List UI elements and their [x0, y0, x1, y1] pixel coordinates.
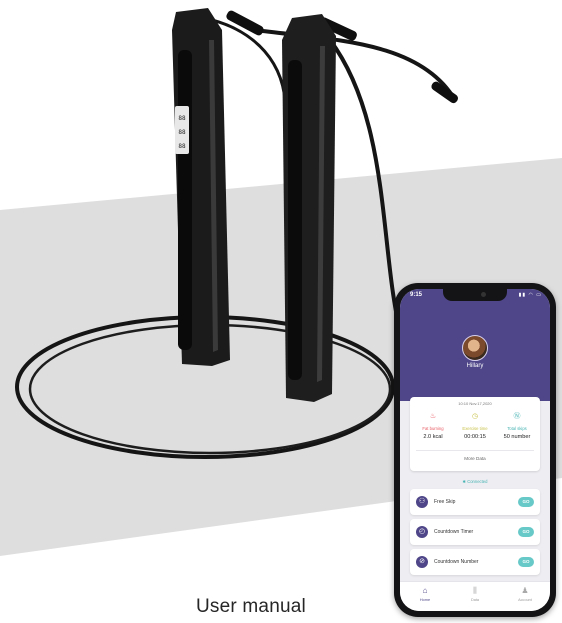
- status-icons: ▮▮ ◠ ▭: [518, 292, 542, 298]
- stats-card: 10:10 Nov.17,2020 ♨ Fat burning 2.0 kcal…: [410, 397, 540, 471]
- stat-label: Fat burning: [422, 426, 444, 431]
- tab-label: Home: [419, 598, 431, 602]
- stat-exercise-time: ◷ Exercise time 00:00:15: [454, 411, 496, 440]
- tab-label: Account: [518, 598, 532, 602]
- avatar[interactable]: [462, 335, 488, 361]
- tab-home[interactable]: ⌂ Home: [400, 586, 450, 602]
- timer-icon: ◴: [416, 526, 428, 538]
- jump-rope-icon: ⚇: [416, 496, 428, 508]
- tab-account[interactable]: ♟ Account: [500, 586, 550, 602]
- skip-count-icon: Ⓝ: [513, 413, 521, 420]
- mode-label: Free Skip: [434, 499, 456, 505]
- stat-label: Total skips: [507, 426, 527, 431]
- go-button[interactable]: GO: [518, 557, 534, 567]
- stat-fat-burning: ♨ Fat burning 2.0 kcal: [412, 411, 454, 440]
- go-button[interactable]: GO: [518, 497, 534, 507]
- home-icon: ⌂: [422, 586, 428, 595]
- more-data-link[interactable]: More Data: [410, 456, 540, 461]
- stat-value: 00:00:15: [464, 434, 486, 440]
- left-handle-grip: [178, 50, 192, 350]
- smartphone: 9:15 ▮▮ ◠ ▭ Hillary 10:10 Nov.17,2020 ♨ …: [394, 283, 556, 617]
- page-caption: User manual: [196, 596, 306, 617]
- tab-label: Data: [470, 598, 480, 602]
- status-time: 9:15: [410, 292, 423, 298]
- camera-icon: [481, 292, 486, 297]
- counter-icon: ⊘: [416, 556, 428, 568]
- right-handle-grip: [288, 60, 302, 380]
- display-digits: 88: [178, 115, 186, 122]
- mode-label: Countdown Timer: [434, 529, 474, 535]
- mode-label: Countdown Number: [434, 559, 479, 565]
- stat-label: Exercise time: [462, 426, 488, 431]
- bar-chart-icon: ⫼: [473, 586, 477, 595]
- mode-free-skip[interactable]: ⚇ Free Skip GO: [410, 489, 540, 515]
- stats-date: 10:10 Nov.17,2020: [458, 401, 492, 406]
- divider: [416, 450, 534, 451]
- user-name: Hillary: [466, 363, 484, 369]
- stat-value: 50 number: [503, 434, 531, 440]
- stat-value: 2.0 kcal: [423, 434, 443, 440]
- app-screen: 9:15 ▮▮ ◠ ▭ Hillary 10:10 Nov.17,2020 ♨ …: [400, 289, 550, 611]
- display-digits: 88: [178, 129, 186, 136]
- tab-bar: ⌂ Home ⫼ Data ♟ Account: [400, 581, 550, 611]
- clock-icon: ◷: [471, 413, 479, 420]
- mode-countdown-timer[interactable]: ◴ Countdown Timer GO: [410, 519, 540, 545]
- tab-data[interactable]: ⫼ Data: [450, 586, 500, 602]
- phone-notch: [443, 289, 507, 301]
- go-button[interactable]: GO: [518, 527, 534, 537]
- display-digits: 88: [178, 143, 186, 150]
- stat-total-skips: Ⓝ Total skips 50 number: [496, 411, 538, 440]
- mode-countdown-number[interactable]: ⊘ Countdown Number GO: [410, 549, 540, 575]
- person-icon: ♟: [521, 586, 529, 595]
- connection-status: ✱ Connected: [462, 479, 488, 484]
- flame-icon: ♨: [429, 413, 437, 420]
